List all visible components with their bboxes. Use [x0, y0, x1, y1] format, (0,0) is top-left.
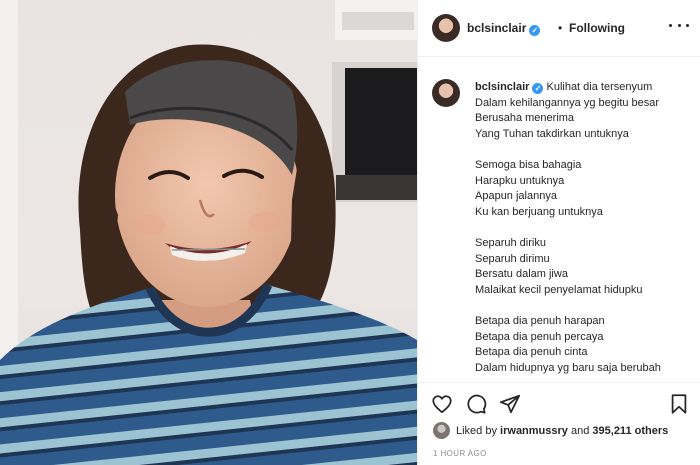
stanza-gap [475, 142, 697, 158]
post-photo[interactable] [0, 0, 417, 465]
post-actions-bar [418, 382, 700, 422]
caption-line: Betapa dia penuh harapan [475, 314, 605, 327]
post-caption: bclsinclair ✓ Kulihat dia tersenyum Dalam… [418, 57, 700, 379]
bookmark-icon[interactable] [668, 393, 690, 415]
photo-illustration [0, 0, 417, 465]
header-separator: • [558, 21, 563, 35]
likes-summary: Liked by irwanmussry and 395,211 others [433, 422, 668, 439]
caption-line: Betapa dia penuh cinta [475, 346, 588, 359]
following-button[interactable]: Following [569, 21, 625, 35]
likes-prefix: Liked by [456, 424, 497, 437]
post-timestamp[interactable]: 1 HOUR AGO [433, 449, 487, 458]
caption-line: Betapa dia penuh percaya [475, 330, 604, 343]
caption-line: Dalam kehilangannya yg begitu besar [475, 96, 660, 109]
share-icon[interactable] [499, 393, 521, 415]
caption-line: Harapku untuknya [475, 174, 565, 187]
heart-icon[interactable] [431, 393, 453, 415]
caption-line: Separuh diriku [475, 236, 546, 249]
author-avatar[interactable] [432, 14, 460, 42]
caption-username[interactable]: bclsinclair ✓ [475, 81, 544, 94]
stanza-gap [475, 298, 697, 314]
door-frame [0, 0, 18, 380]
caption-line: Dalam hidupnya yg baru saja berubah [475, 361, 661, 374]
caption-text: bclsinclair ✓ Kulihat dia tersenyum Dalam… [475, 80, 697, 376]
caption-avatar[interactable] [432, 79, 460, 107]
author-username-text[interactable]: bclsinclair [467, 21, 526, 35]
stanza-gap [475, 220, 697, 236]
likes-count[interactable]: 395,211 others [592, 425, 668, 437]
more-options-icon[interactable] [669, 18, 689, 32]
caption-line: Berusaha menerima [475, 112, 575, 125]
author-username[interactable]: bclsinclair ✓ [467, 21, 541, 36]
liker-username[interactable]: irwanmussry [500, 425, 568, 437]
caption-username-text[interactable]: bclsinclair [475, 81, 529, 93]
verified-badge-icon: ✓ [529, 25, 541, 36]
caption-line: Malaikat kecil penyelamat hidupku [475, 283, 643, 296]
liker-avatar[interactable] [433, 422, 450, 439]
caption-line: Semoga bisa bahagia [475, 158, 582, 171]
caption-line: Separuh dirimu [475, 252, 550, 265]
caption-line: Yang Tuhan takdirkan untuknya [475, 127, 629, 140]
likes-middle: and [570, 424, 590, 437]
caption-line: Kulihat dia tersenyum [546, 81, 653, 93]
caption-line: Ku kan berjuang untuknya [475, 205, 603, 218]
instagram-post: bclsinclair ✓ • Following bclsinclair ✓ Ku… [0, 0, 700, 465]
post-side-panel: bclsinclair ✓ • Following bclsinclair ✓ Ku… [417, 0, 700, 465]
comment-icon[interactable] [465, 393, 487, 415]
tv-screen [345, 68, 417, 176]
post-header: bclsinclair ✓ • Following [418, 0, 700, 57]
caption-line: Bersatu dalam jiwa [475, 268, 568, 281]
caption-line: Apapun jalannya [475, 190, 557, 203]
verified-badge-icon: ✓ [532, 83, 544, 94]
